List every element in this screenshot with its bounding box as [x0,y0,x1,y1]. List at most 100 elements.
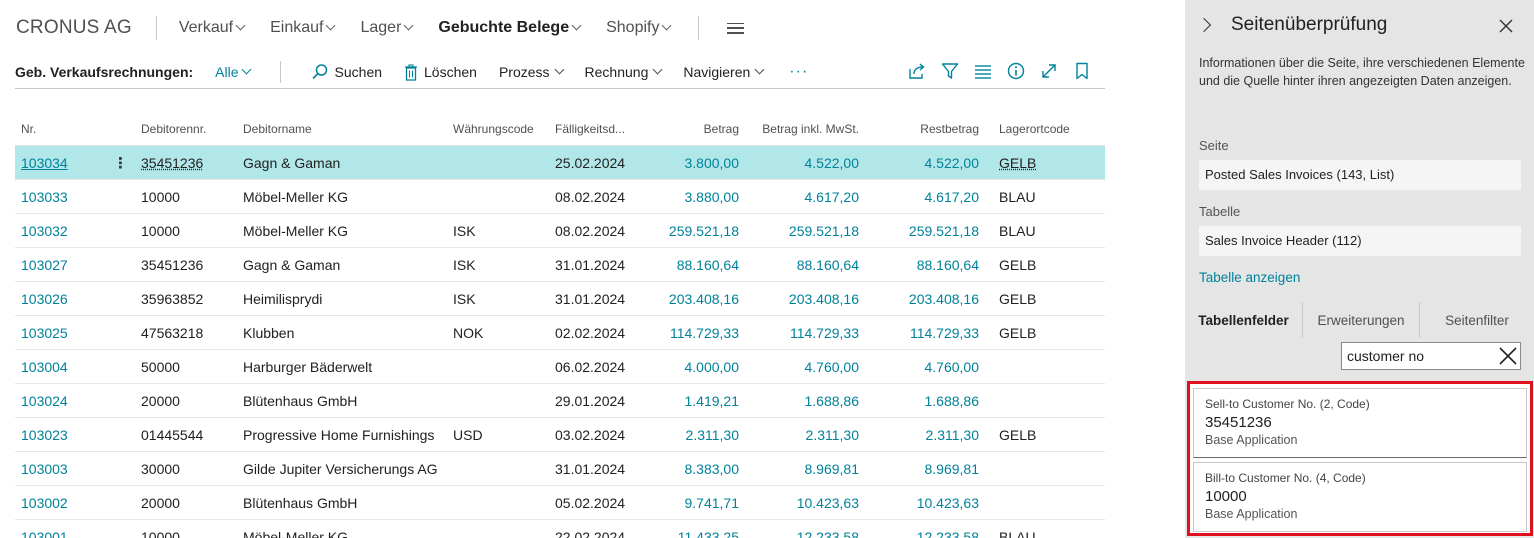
remaining-amount[interactable]: 259.521,18 [865,223,985,239]
amount[interactable]: 8.383,00 [649,461,745,477]
amount-incl-vat[interactable]: 4.617,20 [745,189,865,205]
remaining-amount[interactable]: 1.688,86 [865,393,985,409]
amount[interactable]: 9.741,71 [649,495,745,511]
delete-button[interactable]: Löschen [404,64,477,81]
process-menu[interactable]: Prozess [499,64,563,80]
amount-incl-vat[interactable]: 114.729,33 [745,325,865,341]
amount-incl-vat[interactable]: 2.311,30 [745,427,865,443]
amount[interactable]: 3.800,00 [649,155,745,171]
amount-incl-vat[interactable]: 4.522,00 [745,155,865,171]
field-search-input[interactable]: customer no [1341,342,1521,370]
more-actions-button[interactable]: ··· [789,63,808,81]
invoice-number-link[interactable]: 103024 [15,393,135,409]
field-card[interactable]: Sell-to Customer No. (2, Code) 35451236 … [1193,388,1527,458]
table-row[interactable]: 103025 47563218 Klubben NOK 02.02.2024 114.72… [15,316,1105,350]
nav-menu-gebuchte-belege[interactable]: Gebuchte Belege [438,19,580,37]
column-header-amount-incl-vat[interactable]: Betrag inkl. MwSt. [745,122,865,136]
table-row[interactable]: 103023 01445544 Progressive Home Furnishin… [15,418,1105,452]
remaining-amount[interactable]: 10.423,63 [865,495,985,511]
column-header-due-date[interactable]: Fälligkeitsd... [549,122,649,136]
column-header-customer-name[interactable]: Debitorname [237,122,447,136]
invoice-number-link[interactable]: 103026 [15,291,135,307]
table-row[interactable]: 103003 30000 Gilde Jupiter Versicherungs A… [15,452,1105,486]
column-header-nr[interactable]: Nr. [15,122,135,136]
list-view-icon[interactable] [972,60,994,82]
amount-incl-vat[interactable]: 203.408,16 [745,291,865,307]
view-filter-dropdown[interactable]: Alle [215,64,249,80]
nav-menu-lager[interactable]: Lager [360,19,412,37]
amount[interactable]: 88.160,64 [649,257,745,273]
amount[interactable]: 4.000,00 [649,359,745,375]
invoice-number-link[interactable]: 103027 [15,257,135,273]
remaining-amount[interactable]: 203.408,16 [865,291,985,307]
column-header-amount[interactable]: Betrag [649,122,745,136]
amount-incl-vat[interactable]: 12.233,58 [745,529,865,538]
invoice-number-link[interactable]: 103002 [15,495,135,511]
row-actions-icon[interactable]: ⋮ [113,155,128,171]
invoice-menu[interactable]: Rechnung [585,64,662,80]
navigate-menu[interactable]: Navigieren [683,64,763,80]
field-card[interactable]: Bill-to Customer No. (4, Code) 10000 Bas… [1193,462,1527,532]
nav-menu-einkauf[interactable]: Einkauf [270,19,334,37]
amount-incl-vat[interactable]: 1.688,86 [745,393,865,409]
amount[interactable]: 203.408,16 [649,291,745,307]
company-name[interactable]: CRONUS AG [16,17,132,39]
search-button[interactable]: Suchen [311,63,382,81]
chevron-right-icon[interactable] [1197,18,1211,32]
amount[interactable]: 114.729,33 [649,325,745,341]
remaining-amount[interactable]: 114.729,33 [865,325,985,341]
filter-icon[interactable] [939,60,961,82]
amount[interactable]: 11.433,25 [649,529,745,538]
invoice-number-link[interactable]: 103004 [15,359,135,375]
bookmark-icon[interactable] [1071,60,1093,82]
invoice-number-link[interactable]: 103001 [15,529,135,538]
remaining-amount[interactable]: 8.969,81 [865,461,985,477]
amount-incl-vat[interactable]: 259.521,18 [745,223,865,239]
invoice-number-link[interactable]: 103003 [15,461,135,477]
table-row[interactable]: 103001 10000 Möbel-Meller KG 22.02.2024 11.4… [15,520,1105,538]
amount[interactable]: 1.419,21 [649,393,745,409]
invoice-number-link[interactable]: 103032 [15,223,135,239]
clear-search-icon[interactable] [1497,345,1519,367]
close-icon[interactable] [1498,18,1514,34]
amount-incl-vat[interactable]: 10.423,63 [745,495,865,511]
invoice-number-link[interactable]: 103034 ⋮ [15,155,135,171]
expand-icon[interactable] [1038,60,1060,82]
table-row[interactable]: 103027 35451236 Gagn & Gaman ISK 31.01.2024 8… [15,248,1105,282]
remaining-amount[interactable]: 2.311,30 [865,427,985,443]
table-row[interactable]: 103032 10000 Möbel-Meller KG ISK 08.02.2024 2… [15,214,1105,248]
remaining-amount[interactable]: 12.233,58 [865,529,985,538]
share-icon[interactable] [906,60,928,82]
remaining-amount[interactable]: 4.522,00 [865,155,985,171]
remaining-amount[interactable]: 4.617,20 [865,189,985,205]
table-row[interactable]: 103026 35963852 Heimilisprydi ISK 31.01.2024… [15,282,1105,316]
amount-incl-vat[interactable]: 4.760,00 [745,359,865,375]
info-icon[interactable] [1005,60,1027,82]
amount[interactable]: 2.311,30 [649,427,745,443]
table-row[interactable]: 103024 20000 Blütenhaus GmbH 29.01.2024 1.41… [15,384,1105,418]
nav-menu-shopify[interactable]: Shopify [606,19,670,37]
invoice-number-link[interactable]: 103023 [15,427,135,443]
column-header-customer-no[interactable]: Debitorennr. [135,122,237,136]
table-row[interactable]: 103033 10000 Möbel-Meller KG 08.02.2024 3.88… [15,180,1105,214]
amount-incl-vat[interactable]: 8.969,81 [745,461,865,477]
column-header-currency[interactable]: Währungscode [447,122,549,136]
remaining-amount[interactable]: 4.760,00 [865,359,985,375]
amount[interactable]: 259.521,18 [649,223,745,239]
invoice-number-link[interactable]: 103033 [15,189,135,205]
column-header-remaining-amount[interactable]: Restbetrag [865,122,985,136]
amount-incl-vat[interactable]: 88.160,64 [745,257,865,273]
table-row[interactable]: 103002 20000 Blütenhaus GmbH 05.02.2024 9.74… [15,486,1105,520]
tab-table-fields[interactable]: Tabellenfelder [1185,302,1302,338]
column-header-location[interactable]: Lagerortcode [985,122,1095,136]
tab-extensions[interactable]: Erweiterungen [1302,302,1419,338]
hamburger-menu-icon[interactable] [727,23,744,34]
view-table-link[interactable]: Tabelle anzeigen [1199,270,1300,285]
table-row[interactable]: 103034 ⋮ 35451236 Gagn & Gaman 25.02.2024 3.8… [15,146,1105,180]
nav-menu-verkauf[interactable]: Verkauf [179,19,244,37]
table-row[interactable]: 103004 50000 Harburger Bäderwelt 06.02.2024… [15,350,1105,384]
remaining-amount[interactable]: 88.160,64 [865,257,985,273]
amount[interactable]: 3.880,00 [649,189,745,205]
tab-page-filters[interactable]: Seitenfilter [1419,302,1534,338]
invoice-number-link[interactable]: 103025 [15,325,135,341]
